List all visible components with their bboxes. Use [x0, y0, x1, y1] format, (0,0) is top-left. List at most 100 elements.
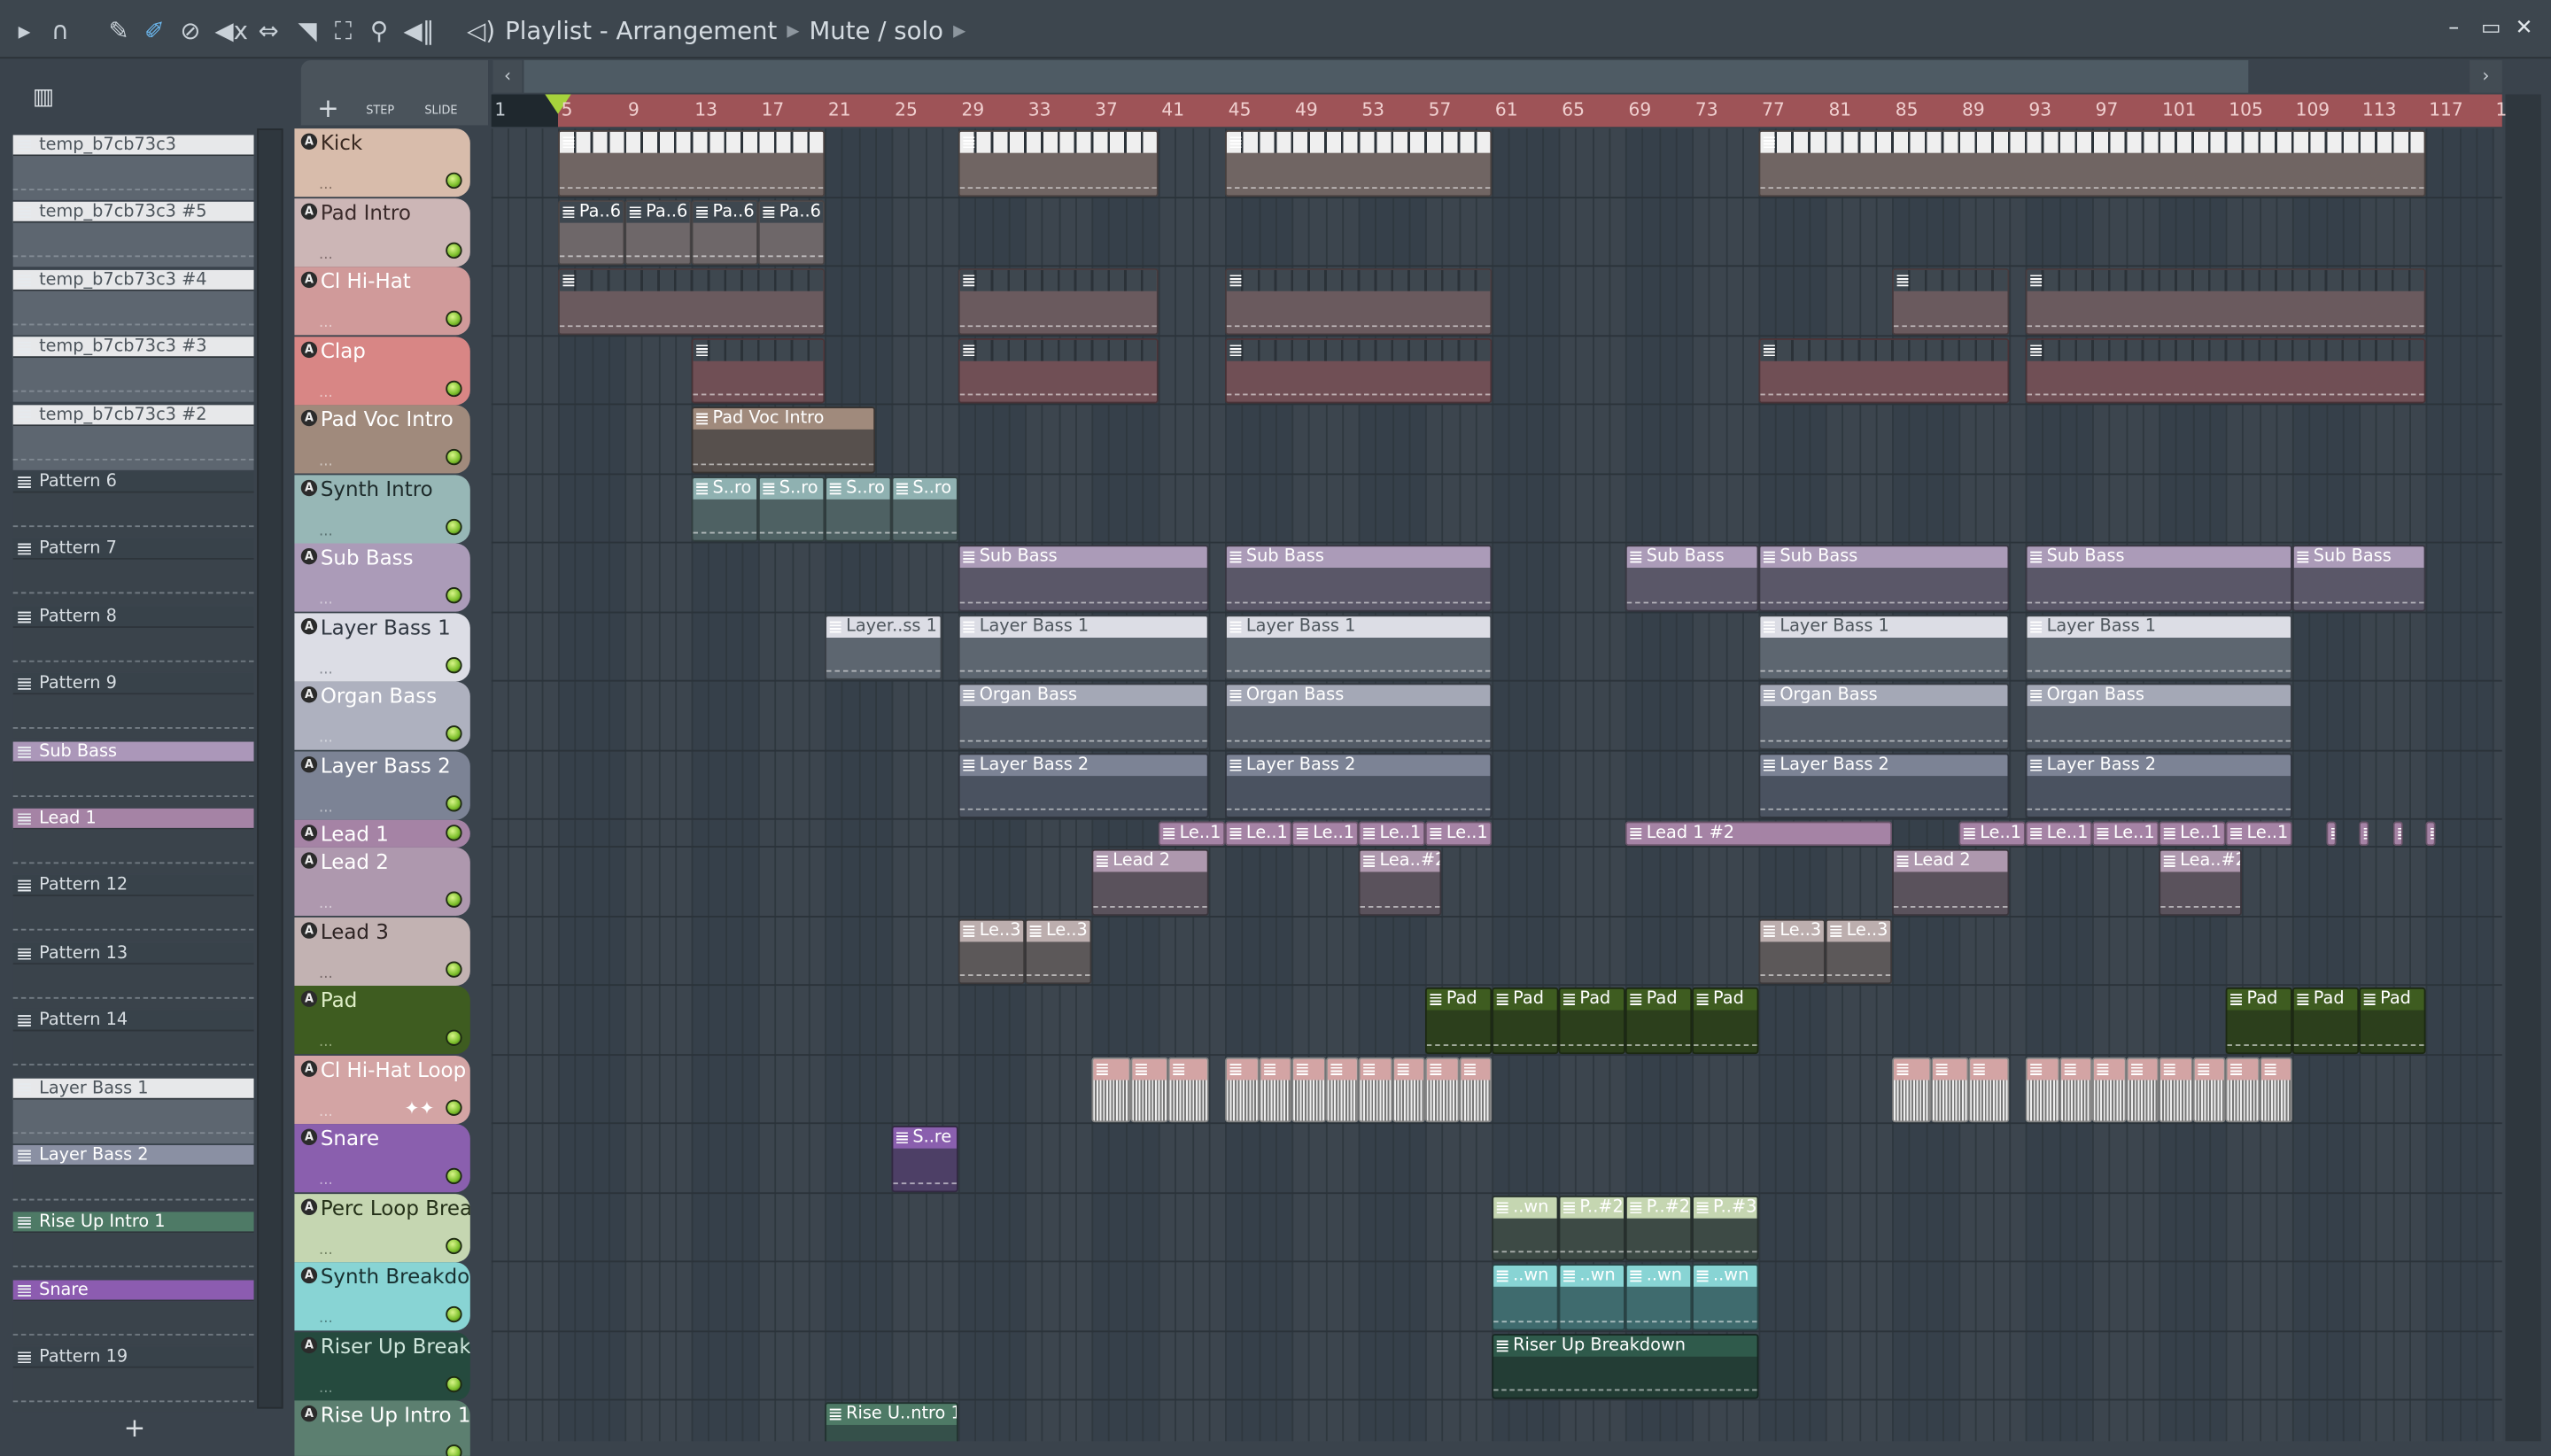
pattern-item[interactable]: Pattern 12	[12, 875, 254, 942]
pattern-clip[interactable]	[1892, 1056, 1931, 1123]
track-options-icon[interactable]: ...	[319, 523, 333, 538]
clip-sub-bass[interactable]: Sub Bass	[2291, 545, 2426, 611]
scroll-left-button[interactable]: ‹	[492, 59, 523, 93]
clip-le-1[interactable]: Le..1	[1291, 821, 1359, 847]
track-enabled-led[interactable]	[446, 725, 462, 742]
track-enabled-led[interactable]	[446, 587, 462, 604]
pattern-item[interactable]: temp_b7cb73c3	[12, 135, 254, 201]
track-options-icon[interactable]: ...	[319, 1034, 333, 1050]
pattern-clip[interactable]	[2025, 1056, 2059, 1123]
clip-sub-bass[interactable]: Sub Bass	[2025, 545, 2292, 611]
pattern-clip[interactable]	[2159, 1056, 2192, 1123]
clip-sub-bass[interactable]: Sub Bass	[958, 545, 1209, 611]
clip-pad[interactable]: Pad	[2291, 987, 2360, 1054]
track-enabled-led[interactable]	[446, 1444, 462, 1456]
track-enabled-led[interactable]	[446, 891, 462, 908]
track-options-icon[interactable]: ...	[319, 1242, 333, 1258]
track-options-icon[interactable]: ...	[319, 965, 333, 981]
pattern-clip[interactable]	[1424, 1056, 1459, 1123]
pattern-clip[interactable]	[2225, 1056, 2260, 1123]
clip-pad[interactable]: Pad	[2359, 987, 2426, 1054]
clip-p-2[interactable]: P..#2	[1558, 1195, 1625, 1261]
clip-pad[interactable]: Pad	[1624, 987, 1693, 1054]
pattern-clip[interactable]	[958, 268, 1159, 335]
clip-layer-bass-1[interactable]: Layer Bass 1	[958, 614, 1209, 680]
clip-rise-u-ntro-1[interactable]: Rise U..ntro 1	[825, 1402, 958, 1442]
clip-le-1[interactable]: Le..1	[1158, 821, 1226, 847]
pattern-clip[interactable]	[2059, 1056, 2092, 1123]
clip-s-ro[interactable]: S..ro	[825, 476, 892, 542]
clip-lead-1-2[interactable]: Lead 1 #2	[1624, 821, 1893, 847]
pattern-item[interactable]: temp_b7cb73c3 #3	[12, 337, 254, 404]
pattern-clip[interactable]	[2392, 821, 2403, 847]
pattern-clip[interactable]	[2125, 1056, 2159, 1123]
clip-s-ro[interactable]: S..ro	[891, 476, 958, 542]
track-enabled-led[interactable]	[446, 172, 462, 190]
pattern-clip[interactable]	[1225, 1056, 1259, 1123]
clip-pa-6[interactable]: Pa..6	[557, 198, 625, 266]
pattern-clip[interactable]	[1225, 129, 1493, 197]
slice-icon[interactable]: ◥	[293, 16, 322, 45]
track-enabled-led[interactable]	[446, 1029, 462, 1046]
crumb-mute-solo[interactable]: Mute / solo	[810, 16, 944, 45]
clip-organ-bass[interactable]: Organ Bass	[2025, 683, 2292, 749]
clip-pa-6[interactable]: Pa..6	[624, 198, 692, 266]
pattern-clip[interactable]	[1258, 1056, 1292, 1123]
step-toggle[interactable]: STEP	[366, 105, 394, 118]
timeline-ruler[interactable]: 1 5 9 13 17 21 25 29 33 37 41 45 49 53 57 61 65 69 73 77 81 8…	[491, 94, 2530, 128]
magnet-icon[interactable]: ∩	[45, 16, 74, 45]
clip-le-1[interactable]: Le..1	[1358, 821, 1425, 847]
pattern-clip[interactable]	[1168, 1056, 1209, 1123]
pattern-clip[interactable]	[1225, 337, 1493, 404]
clip-le-1[interactable]: Le..1	[2225, 821, 2292, 847]
pattern-item[interactable]: Pattern 14	[12, 1010, 254, 1077]
track-enabled-led[interactable]	[446, 1375, 462, 1392]
pattern-clip[interactable]	[2325, 821, 2336, 847]
track-options-icon[interactable]: ...	[319, 592, 333, 608]
paint-brush-icon[interactable]: ✐	[140, 16, 169, 45]
clip--wn[interactable]: ..wn	[1492, 1195, 1559, 1261]
clip-layer-bass-1[interactable]: Layer Bass 1	[1758, 614, 2009, 680]
pattern-clip[interactable]	[1968, 1056, 2009, 1123]
track-enabled-led[interactable]	[446, 1167, 462, 1185]
pattern-clip[interactable]	[958, 129, 1159, 197]
clip-p-2[interactable]: P..#2	[1624, 1195, 1693, 1261]
clip-layer-bass-1[interactable]: Layer Bass 1	[2025, 614, 2292, 680]
pattern-item[interactable]: temp_b7cb73c3 #4	[12, 269, 254, 337]
clip-layer-bass-2[interactable]: Layer Bass 2	[2025, 752, 2292, 818]
pattern-clip[interactable]	[691, 337, 826, 404]
track-header[interactable]: A Synth Breakdo.....	[294, 1262, 470, 1331]
track-enabled-led[interactable]	[446, 960, 462, 977]
track-enabled-led[interactable]	[446, 1236, 462, 1254]
pattern-clip[interactable]	[1358, 1056, 1392, 1123]
pattern-clip[interactable]	[1930, 1056, 1969, 1123]
clip-pad[interactable]: Pad	[1558, 987, 1625, 1054]
track-header[interactable]: A Sub Bass...	[294, 543, 470, 612]
mute-icon[interactable]: ◀x	[214, 16, 248, 45]
track-header[interactable]: A Cl Hi-Hat Loop... ✦✦	[294, 1055, 470, 1124]
track-options-icon[interactable]: ...	[319, 453, 333, 469]
track-header[interactable]: A Layer Bass 2...	[294, 750, 470, 819]
clip-pa-6[interactable]: Pa..6	[757, 198, 826, 266]
pattern-clip[interactable]	[958, 337, 1159, 404]
pattern-item[interactable]: Pattern 19	[12, 1347, 254, 1413]
clip-le-1[interactable]: Le..1	[2091, 821, 2159, 847]
clip-le-1[interactable]: Le..1	[2025, 821, 2092, 847]
track-enabled-led[interactable]	[446, 448, 462, 466]
clip-sub-bass[interactable]: Sub Bass	[1225, 545, 1493, 611]
clip-pad[interactable]: Pad	[1692, 987, 1759, 1054]
track-enabled-led[interactable]	[446, 1098, 462, 1116]
clip-lead-2[interactable]: Lead 2	[1091, 848, 1209, 916]
clip-riser-up-breakdown[interactable]: Riser Up Breakdown	[1492, 1333, 1759, 1399]
slip-icon[interactable]: ⇔	[254, 16, 283, 45]
add-pattern-button[interactable]: +	[124, 1412, 146, 1443]
pattern-clip[interactable]	[2425, 821, 2436, 847]
track-header[interactable]: A Organ Bass...	[294, 681, 470, 750]
pattern-clip[interactable]	[1091, 1056, 1130, 1123]
pattern-item[interactable]: Lead 1	[12, 808, 254, 875]
track-enabled-led[interactable]	[446, 794, 462, 811]
clip-lea-2[interactable]: Lea..#2	[2159, 848, 2243, 916]
pattern-clip[interactable]	[1392, 1056, 1425, 1123]
pattern-item[interactable]: Pattern 13	[12, 942, 254, 1010]
clip-pad-voc-intro[interactable]: Pad Voc Intro	[691, 407, 875, 473]
